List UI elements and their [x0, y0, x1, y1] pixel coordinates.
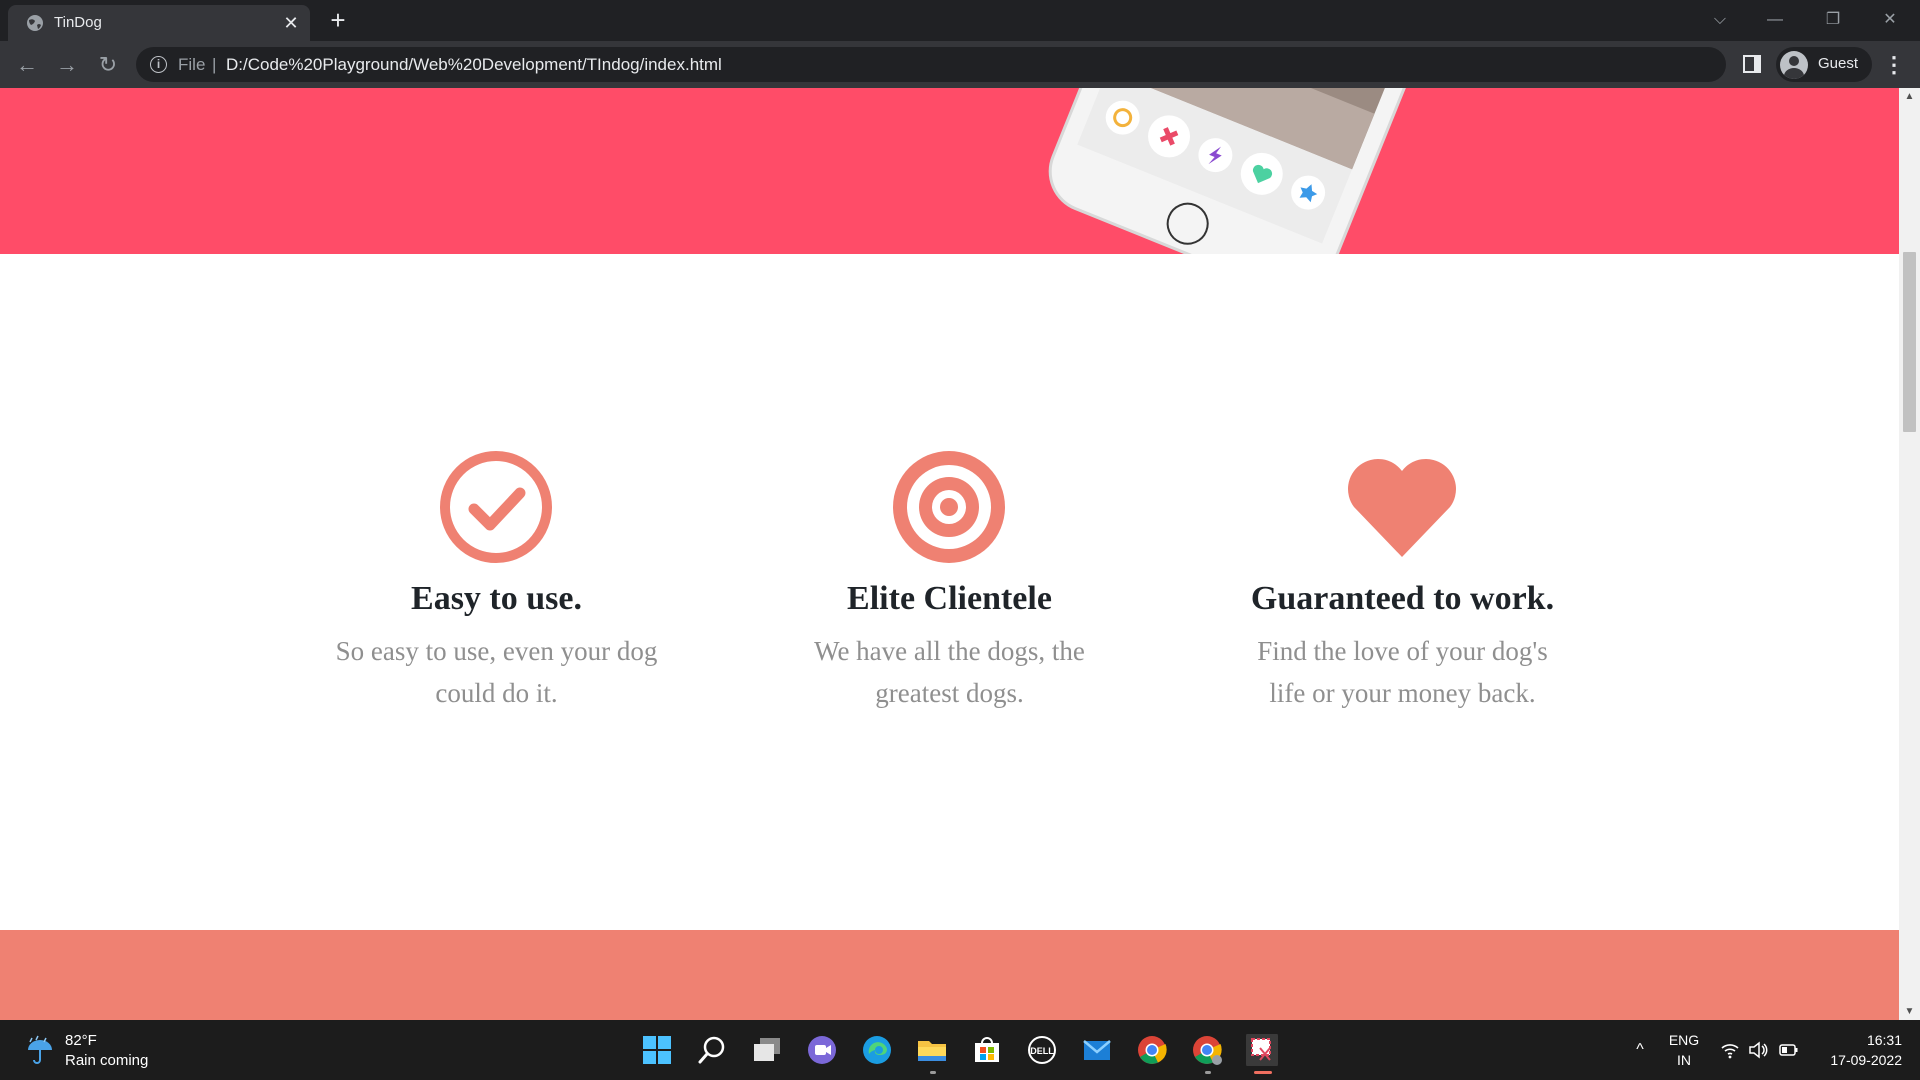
site-info-icon[interactable]: i: [150, 56, 167, 73]
browser-tab-bar: TinDog ✕ + ⌵ — ❐ ✕: [0, 0, 1920, 41]
language-indicator[interactable]: ENG: [1666, 1032, 1702, 1048]
scroll-thumb[interactable]: [1903, 252, 1916, 432]
search-icon[interactable]: [696, 1034, 728, 1066]
weather-status[interactable]: Rain coming: [65, 1052, 148, 1069]
restore-icon[interactable]: ❐: [1821, 8, 1845, 32]
scroll-down-icon[interactable]: ▼: [1899, 1003, 1920, 1020]
page-scrollbar[interactable]: ▲ ▼: [1899, 88, 1920, 1020]
address-separator: |: [212, 55, 217, 74]
clock-time[interactable]: 16:31: [1812, 1032, 1902, 1048]
profile-label: Guest: [1818, 55, 1859, 72]
running-indicator: [930, 1071, 936, 1074]
feature-description: So easy to use, even your dog could do i…: [335, 636, 658, 708]
address-url[interactable]: D:/Code%20Playground/Web%20Development/T…: [226, 55, 722, 75]
close-window-icon[interactable]: ✕: [1878, 8, 1902, 32]
feature-description: Find the love of your dog's life or your…: [1257, 636, 1548, 708]
features-section: Easy to use. So easy to use, even your d…: [0, 254, 1899, 929]
volume-icon[interactable]: [1748, 1040, 1768, 1060]
rain-umbrella-icon[interactable]: [24, 1034, 56, 1066]
side-panel-icon[interactable]: [1743, 55, 1761, 73]
windows-start-icon[interactable]: [641, 1034, 673, 1066]
globe-icon: [27, 15, 43, 31]
dell-icon[interactable]: DELL: [1026, 1034, 1058, 1066]
running-indicator: [1205, 1071, 1211, 1074]
feature-title: Guaranteed to work.: [1250, 580, 1555, 617]
back-icon[interactable]: ←: [13, 51, 41, 79]
tab-title: TinDog: [54, 14, 102, 31]
new-tab-button[interactable]: +: [326, 7, 350, 33]
minimize-icon[interactable]: —: [1763, 8, 1787, 32]
browser-menu-icon[interactable]: ⋮: [1880, 51, 1908, 79]
iphone-app-image: [1048, 88, 1430, 254]
task-view-icon[interactable]: [751, 1034, 783, 1066]
browser-toolbar: ← → ↻ i File | D:/Code%20Playground/Web%…: [0, 41, 1920, 88]
snipping-tool-icon[interactable]: [1246, 1034, 1278, 1066]
tab-close-icon[interactable]: ✕: [282, 14, 300, 32]
tab-search-icon[interactable]: ⌵: [1708, 8, 1732, 32]
battery-icon[interactable]: [1779, 1040, 1799, 1060]
svg-text:DELL: DELL: [1030, 1046, 1054, 1056]
heart-icon: [1348, 459, 1456, 557]
bullseye-icon: [893, 451, 1005, 563]
language-region[interactable]: IN: [1666, 1052, 1702, 1068]
clock-date[interactable]: 17-09-2022: [1812, 1052, 1902, 1068]
chrome-icon[interactable]: [1136, 1034, 1168, 1066]
check-circle-icon: [440, 451, 552, 563]
teams-chat-icon[interactable]: [806, 1034, 838, 1066]
tab-tindog[interactable]: TinDog ✕: [8, 5, 310, 41]
feature-title: Elite Clientele: [847, 580, 1052, 617]
tray-overflow-icon[interactable]: ^: [1630, 1040, 1650, 1060]
scroll-up-icon[interactable]: ▲: [1899, 88, 1920, 105]
mail-icon[interactable]: [1081, 1034, 1113, 1066]
reload-icon[interactable]: ↻: [94, 51, 122, 79]
page-viewport: Easy to use. So easy to use, even your d…: [0, 88, 1899, 1020]
avatar: [1780, 51, 1808, 79]
weather-temperature[interactable]: 82°F: [65, 1032, 97, 1049]
wifi-icon[interactable]: [1720, 1040, 1740, 1060]
feature-description: We have all the dogs, the greatest dogs.: [814, 636, 1085, 708]
microsoft-store-icon[interactable]: [971, 1034, 1003, 1066]
windows-taskbar: 82°F Rain coming DELL ^ ENG IN 16:31 17-…: [0, 1020, 1920, 1080]
hero-section: [0, 88, 1899, 254]
feature-title: Easy to use.: [411, 580, 582, 617]
edge-icon[interactable]: [861, 1034, 893, 1066]
file-explorer-icon[interactable]: [916, 1034, 948, 1066]
address-scheme: File: [178, 55, 206, 74]
active-indicator: [1254, 1071, 1272, 1074]
testimonials-section: [0, 930, 1899, 1020]
forward-icon[interactable]: →: [53, 51, 81, 79]
profile-button[interactable]: Guest: [1776, 47, 1872, 82]
chrome-guest-icon[interactable]: [1191, 1034, 1223, 1066]
address-bar[interactable]: i File | D:/Code%20Playground/Web%20Deve…: [136, 47, 1726, 82]
